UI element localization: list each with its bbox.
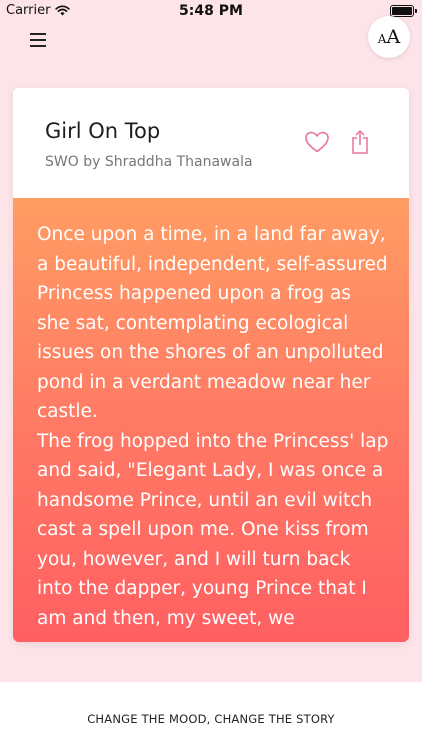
story-text: Once upon a time, in a land far away, a … bbox=[37, 224, 389, 629]
share-icon[interactable] bbox=[349, 129, 371, 155]
battery-icon bbox=[390, 5, 417, 17]
menu-button[interactable] bbox=[30, 33, 48, 47]
clock: 5:48 PM bbox=[179, 3, 243, 19]
story-card: Girl On Top SWO by Shraddha Thanawala On… bbox=[13, 88, 409, 642]
heart-icon[interactable] bbox=[304, 130, 330, 154]
story-title: Girl On Top bbox=[45, 119, 161, 143]
hamburger-icon-line bbox=[30, 39, 46, 41]
bottom-bar: CHANGE THE MOOD, CHANGE THE STORY bbox=[0, 682, 422, 750]
font-size-large-glyph: A bbox=[386, 26, 401, 48]
story-author: SWO by Shraddha Thanawala bbox=[45, 154, 253, 170]
story-body[interactable]: Once upon a time, in a land far away, a … bbox=[13, 198, 409, 642]
hamburger-icon-line bbox=[30, 33, 46, 35]
story-card-header: Girl On Top SWO by Shraddha Thanawala bbox=[13, 88, 409, 198]
font-size-button[interactable]: A A bbox=[368, 16, 410, 58]
tagline: CHANGE THE MOOD, CHANGE THE STORY bbox=[87, 712, 335, 726]
status-bar: Carrier 5:48 PM bbox=[0, 0, 422, 22]
hamburger-icon-line bbox=[30, 45, 46, 47]
